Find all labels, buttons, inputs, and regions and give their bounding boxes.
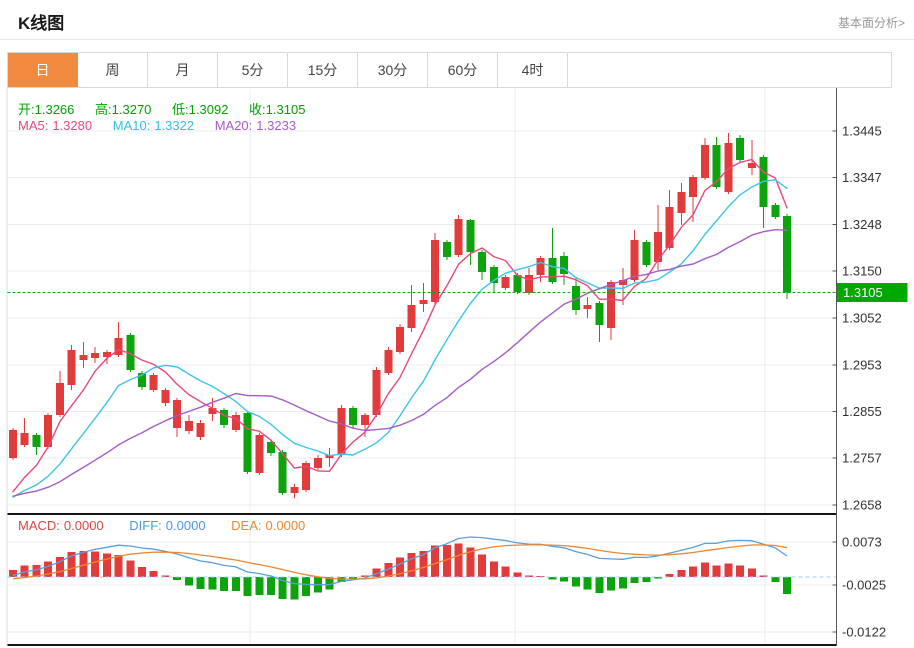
diff-value: 0.0000 xyxy=(166,518,206,533)
kline-page: K线图 基本面分析> 日 周 月 5分 15分 30分 60分 4时 开:1.3… xyxy=(0,0,914,648)
macd-tick-label: -0.0122 xyxy=(842,625,886,640)
macd-label: MACD: xyxy=(18,518,60,533)
candlestick-layer xyxy=(9,133,791,498)
low-label: 低: xyxy=(172,102,189,117)
diff-label: DIFF: xyxy=(129,518,162,533)
ma10-label: MA10: xyxy=(113,118,151,133)
price-tick-label: 1.2757 xyxy=(842,450,882,465)
dea-label: DEA: xyxy=(231,518,261,533)
tab-month[interactable]: 月 xyxy=(148,53,218,87)
quote-row: 开:1.3266 高:1.3270 低:1.3092 收:1.3105 xyxy=(18,99,322,118)
open-label: 开: xyxy=(18,102,35,117)
fundamental-analysis-link[interactable]: 基本面分析> xyxy=(838,14,905,31)
ma5-value: 1.3280 xyxy=(52,118,92,133)
close-value: 1.3105 xyxy=(266,102,306,117)
price-axis: 1.3445 1.3347 1.3248 1.3150 1.3052 1.2953 1.28… xyxy=(833,88,882,646)
ma10-value: 1.3322 xyxy=(154,118,194,133)
ma20-legend: MA20:1.3233 xyxy=(215,118,296,133)
macd-axis: 0.0073 -0.0025 -0.0122 xyxy=(833,535,887,640)
price-tick-label: 1.3150 xyxy=(842,264,882,279)
ma20-label: MA20: xyxy=(215,118,253,133)
close-label: 收: xyxy=(249,102,266,117)
price-tick-label: 1.3445 xyxy=(842,124,882,139)
tab-day[interactable]: 日 xyxy=(8,53,78,87)
macd-tick-label: 0.0073 xyxy=(842,535,882,550)
price-tick-label: 1.3052 xyxy=(842,310,882,325)
kline-chart[interactable]: 1.3105 1.3445 1.3347 1.3248 1.3150 1.3052 1.29… xyxy=(0,88,914,648)
ma5-legend: MA5: 1.3280 xyxy=(18,118,92,133)
dea-value: 0.0000 xyxy=(266,518,306,533)
tab-week[interactable]: 周 xyxy=(78,53,148,87)
low-value: 1.3092 xyxy=(189,102,229,117)
macd-value: 0.0000 xyxy=(64,518,104,533)
price-tick-label: 1.2953 xyxy=(842,357,882,372)
period-tabs: 日 周 月 5分 15分 30分 60分 4时 xyxy=(7,52,892,88)
high-quote: 高:1.3270 xyxy=(95,102,151,117)
open-value: 1.3266 xyxy=(35,102,75,117)
header: K线图 基本面分析> xyxy=(0,0,914,40)
tab-5min[interactable]: 5分 xyxy=(218,53,288,87)
close-quote: 收:1.3105 xyxy=(249,102,305,117)
diff-legend: DIFF: 0.0000 xyxy=(129,518,205,533)
macd-legend-row: MACD: 0.0000 DIFF: 0.0000 DEA: 0.0000 xyxy=(18,518,327,533)
dea-legend: DEA: 0.0000 xyxy=(231,518,305,533)
tab-30min[interactable]: 30分 xyxy=(358,53,428,87)
macd-legend: MACD: 0.0000 xyxy=(18,518,104,533)
open-quote: 开:1.3266 xyxy=(18,102,74,117)
current-price-badge: 1.3105 xyxy=(837,283,908,302)
ma5-label: MA5: xyxy=(18,118,48,133)
price-tick-label: 1.2658 xyxy=(842,498,882,513)
macd-tick-label: -0.0025 xyxy=(842,578,886,593)
tab-4hour[interactable]: 4时 xyxy=(498,53,568,87)
low-quote: 低:1.3092 xyxy=(172,102,228,117)
ma10-legend: MA10:1.3322 xyxy=(113,118,194,133)
price-tick-label: 1.3347 xyxy=(842,170,882,185)
price-tick-label: 1.3248 xyxy=(842,217,882,232)
ma20-value: 1.3233 xyxy=(256,118,296,133)
ma-legend-row: MA5: 1.3280 MA10:1.3322 MA20:1.3233 xyxy=(18,118,313,133)
tab-filler xyxy=(568,53,891,87)
page-title: K线图 xyxy=(18,9,64,34)
high-value: 1.3270 xyxy=(112,102,152,117)
tab-60min[interactable]: 60分 xyxy=(428,53,498,87)
high-label: 高: xyxy=(95,102,112,117)
svg-text:1.3105: 1.3105 xyxy=(843,285,883,300)
tab-15min[interactable]: 15分 xyxy=(288,53,358,87)
price-tick-label: 1.2855 xyxy=(842,404,882,419)
